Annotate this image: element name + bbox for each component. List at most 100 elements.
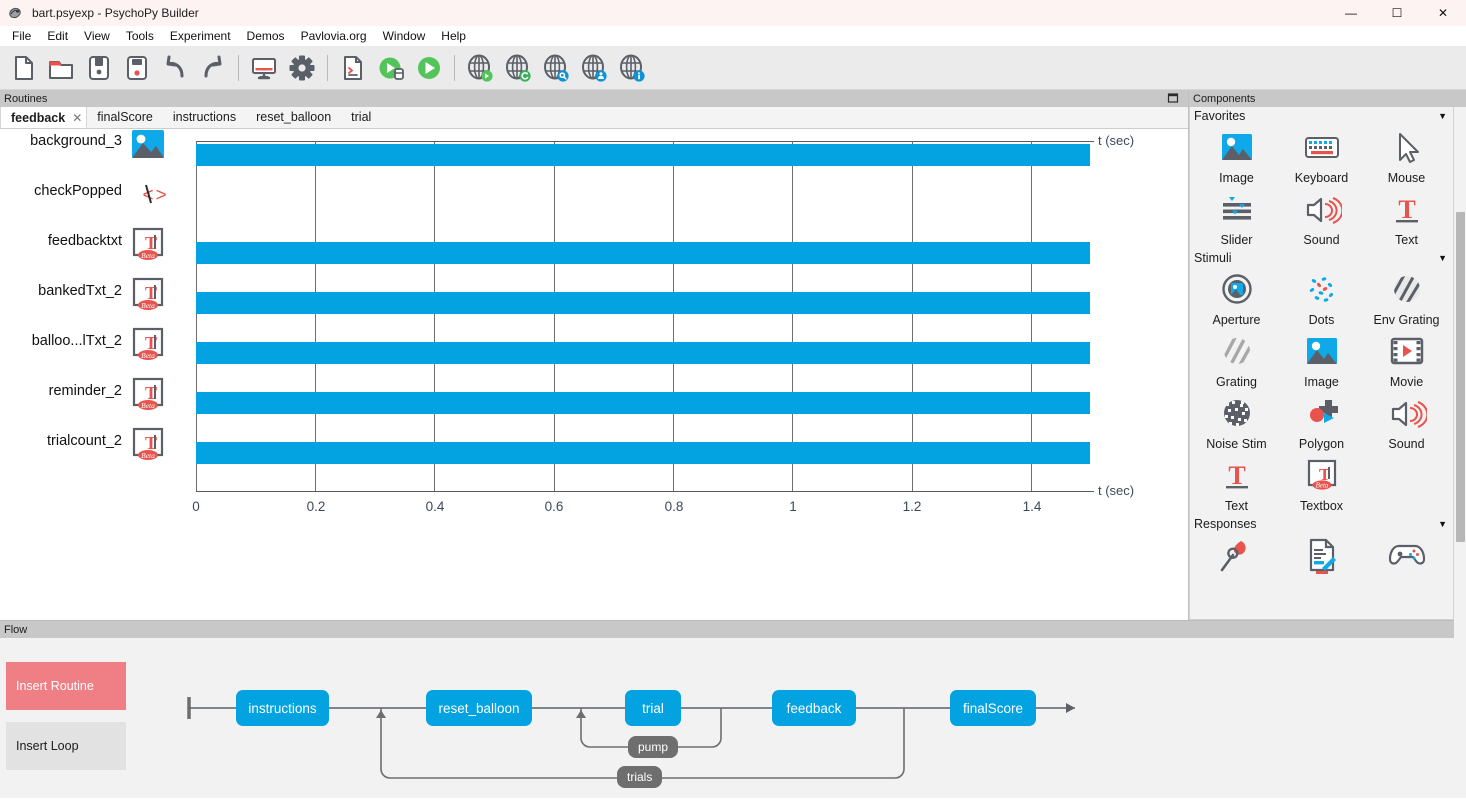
component-item-grating[interactable]: Grating [1194, 329, 1279, 391]
chevron-down-icon[interactable]: ▼ [1438, 253, 1447, 263]
component-label-checkPopped[interactable]: checkPopped [0, 183, 122, 199]
component-item-text-stim[interactable]: T Text [1194, 453, 1279, 515]
component-label-background_3[interactable]: background_3 [0, 133, 122, 149]
pavlovia-run-icon[interactable] [461, 49, 499, 87]
maximize-button[interactable]: ☐ [1374, 0, 1420, 26]
loop-chip-pump[interactable]: pump [628, 736, 679, 758]
routine-timeline-canvas[interactable]: background_3 checkPopped feedbacktxt ban… [0, 129, 1188, 620]
section-favorites[interactable]: Favorites ▼ [1190, 107, 1453, 125]
pavlovia-info-icon[interactable] [613, 49, 651, 87]
tab-feedback[interactable]: feedback ✕ [0, 106, 88, 128]
flow-pane: Flow Insert Routine Insert Loop instruct… [0, 620, 1466, 798]
restore-panel-icon[interactable] [1166, 91, 1180, 105]
timebar-feedbacktxt[interactable] [196, 242, 1090, 264]
pavlovia-sync-icon[interactable] [499, 49, 537, 87]
flow-node-finalScore[interactable]: finalScore [950, 690, 1036, 726]
textbox-component-icon[interactable]: T Beta [129, 275, 167, 313]
component-label-trialcount_2[interactable]: trialcount_2 [0, 433, 122, 449]
component-item-sound-stim[interactable]: Sound [1364, 391, 1449, 453]
textbox-component-icon[interactable]: T Beta [129, 325, 167, 363]
menu-edit[interactable]: Edit [39, 27, 76, 45]
close-icon[interactable]: ✕ [72, 111, 82, 125]
menu-file[interactable]: File [4, 27, 39, 45]
component-label-feedbacktxt[interactable]: feedbacktxt [0, 233, 122, 249]
timebar-reminder_2[interactable] [196, 392, 1090, 414]
insert-loop-button[interactable]: Insert Loop [6, 722, 126, 770]
flow-node-trial[interactable]: trial [625, 690, 681, 726]
component-item-dots[interactable]: Dots [1279, 267, 1364, 329]
pavlovia-user-icon[interactable] [575, 49, 613, 87]
open-folder-icon[interactable] [42, 49, 80, 87]
components-scrollbar-thumb[interactable] [1456, 212, 1465, 542]
component-item-image-stim[interactable]: Image [1279, 329, 1364, 391]
run-py-icon[interactable] [372, 49, 410, 87]
chevron-down-icon[interactable]: ▼ [1438, 111, 1447, 121]
textbox-component-icon[interactable]: T Beta [129, 425, 167, 463]
tab-instructions[interactable]: instructions [163, 106, 246, 128]
menu-help[interactable]: Help [433, 27, 474, 45]
menu-tools[interactable]: Tools [118, 27, 162, 45]
chevron-down-icon[interactable]: ▼ [1438, 519, 1447, 529]
pavlovia-search-icon[interactable] [537, 49, 575, 87]
compile-script-icon[interactable] [334, 49, 372, 87]
monitor-center-icon[interactable] [245, 49, 283, 87]
menu-experiment[interactable]: Experiment [162, 27, 239, 45]
component-label-bankedTxt_2[interactable]: bankedTxt_2 [0, 283, 122, 299]
component-label-balloonTxt_2[interactable]: balloo...lTxt_2 [0, 333, 122, 349]
tab-finalScore[interactable]: finalScore [87, 106, 163, 128]
timebar-trialcount_2[interactable] [196, 442, 1090, 464]
component-item-brush[interactable] [1194, 533, 1279, 581]
new-file-icon[interactable] [4, 49, 42, 87]
component-label-reminder_2[interactable]: reminder_2 [0, 383, 122, 399]
flow-node-feedback[interactable]: feedback [772, 690, 856, 726]
component-item-mouse[interactable]: Mouse [1364, 125, 1449, 187]
component-item-label: Keyboard [1294, 171, 1349, 185]
component-item-gamepad[interactable] [1364, 533, 1449, 581]
component-item-keyboard[interactable]: Keyboard [1279, 125, 1364, 187]
menu-pavlovia[interactable]: Pavlovia.org [293, 27, 375, 45]
textbox-component-icon[interactable]: T Beta [129, 375, 167, 413]
run-icon[interactable] [410, 49, 448, 87]
component-item-text[interactable]: T Text [1364, 187, 1449, 249]
tab-trial[interactable]: trial [341, 106, 381, 128]
section-stimuli[interactable]: Stimuli ▼ [1190, 249, 1453, 267]
component-item-noise-stim[interactable]: Noise Stim [1194, 391, 1279, 453]
component-item-textbox[interactable]: T Beta Textbox [1279, 453, 1364, 515]
flow-node-reset_balloon[interactable]: reset_balloon [426, 690, 532, 726]
flow-node-instructions[interactable]: instructions [236, 690, 329, 726]
flow-canvas[interactable]: Insert Routine Insert Loop instructions … [0, 638, 1466, 798]
minimize-button[interactable]: — [1328, 0, 1374, 26]
component-item-env-grating[interactable]: Env Grating [1364, 267, 1449, 329]
svg-text:Beta: Beta [141, 451, 155, 460]
menu-view[interactable]: View [76, 27, 118, 45]
section-responses[interactable]: Responses ▼ [1190, 515, 1453, 533]
component-item-form[interactable] [1279, 533, 1364, 581]
loop-chip-trials[interactable]: trials [617, 766, 663, 788]
save-icon[interactable] [80, 49, 118, 87]
menu-window[interactable]: Window [375, 27, 434, 45]
save-as-icon[interactable] [118, 49, 156, 87]
code-component-icon[interactable]: < > [129, 175, 167, 213]
redo-icon[interactable] [194, 49, 232, 87]
component-item-aperture[interactable]: Aperture [1194, 267, 1279, 329]
settings-gear-icon[interactable] [283, 49, 321, 87]
component-item-slider[interactable]: Slider [1194, 187, 1279, 249]
component-item-label: Text [1395, 233, 1418, 247]
components-scroll-area[interactable]: Favorites ▼ Image Keyboard Mouse Slider … [1189, 107, 1454, 620]
timebar-balloonTxt_2[interactable] [196, 342, 1090, 364]
timebar-background_3[interactable] [196, 144, 1090, 166]
component-item-polygon[interactable]: Polygon [1279, 391, 1364, 453]
toolbar-separator [454, 54, 455, 81]
tab-reset_balloon[interactable]: reset_balloon [246, 106, 341, 128]
insert-routine-button[interactable]: Insert Routine [6, 662, 126, 710]
timebar-bankedTxt_2[interactable] [196, 292, 1090, 314]
textbox-component-icon[interactable]: T Beta [129, 225, 167, 263]
undo-icon[interactable] [156, 49, 194, 87]
close-button[interactable]: ✕ [1420, 0, 1466, 26]
component-item-sound[interactable]: Sound [1279, 187, 1364, 249]
menu-demos[interactable]: Demos [239, 27, 293, 45]
image-component-icon[interactable] [129, 129, 167, 163]
component-item-movie[interactable]: Movie [1364, 329, 1449, 391]
components-pane: Components Favorites ▼ Image Keyboard Mo… [1188, 90, 1466, 720]
component-item-image[interactable]: Image [1194, 125, 1279, 187]
